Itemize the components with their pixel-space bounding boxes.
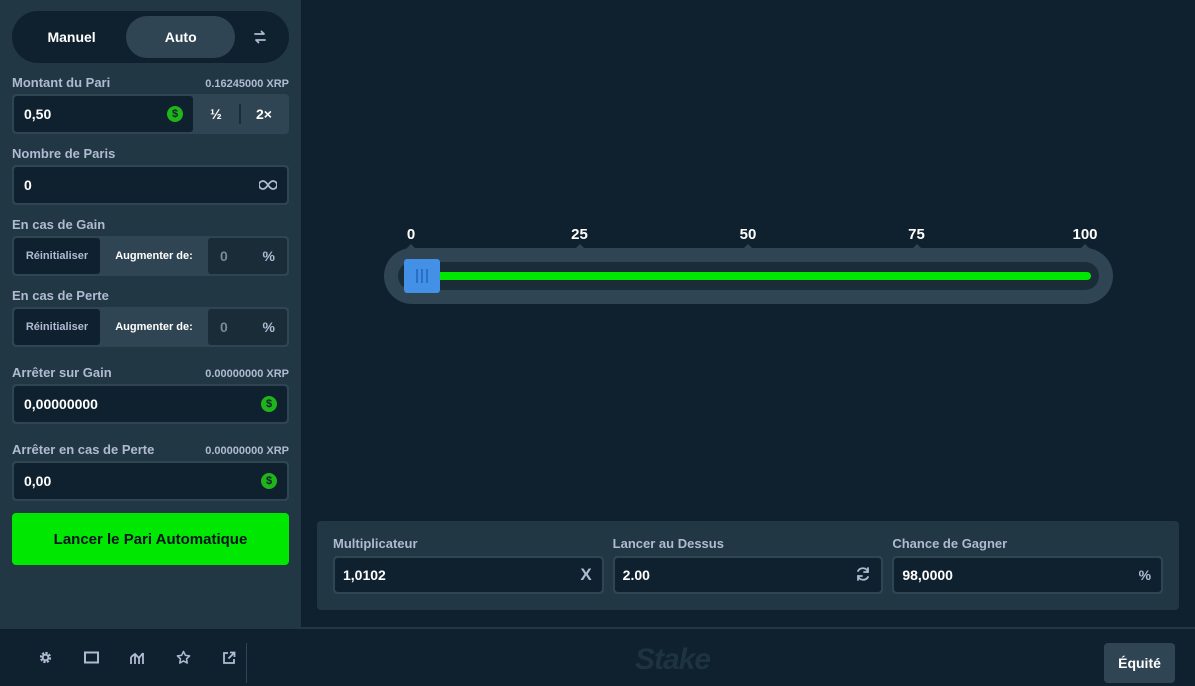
win-chance-value: 98,0000 [902,567,953,583]
bet-sidebar: Manuel Auto Montant du Pari 0.16245000 X… [0,0,301,627]
on-loss-reset-button[interactable]: Réinitialiser [14,309,100,345]
bet-amount-input[interactable]: 0,50 $ [14,96,193,132]
percent-icon: % [262,248,275,264]
slider-tick-label: 75 [908,226,925,243]
half-button[interactable]: ½ [193,106,239,122]
slider-tick-labels: 0 25 50 75 100 [301,226,1195,246]
stop-loss-group: 0,00 $ [12,461,289,501]
multiplier-x-icon: X [580,565,592,584]
num-bets-group: 0 [12,165,289,205]
num-bets-value: 0 [24,177,32,193]
percent-icon: % [262,319,275,335]
bet-amount-label: Montant du Pari [12,75,111,90]
bet-amount-label-row: Montant du Pari 0.16245000 XRP [12,74,289,90]
auto-tab[interactable]: Auto [126,16,236,58]
on-loss-label-row: En cas de Perte [12,287,289,303]
win-range [419,272,1091,280]
coin-icon: $ [261,473,277,489]
win-chance-label: Chance de Gagner [892,536,1008,551]
divider [246,643,247,683]
manual-tab[interactable]: Manuel [17,16,126,58]
on-win-increase-button[interactable]: Augmenter de: [100,238,208,274]
stop-loss-side: 0.00000000 XRP [205,445,289,457]
on-win-group: Réinitialiser Augmenter de: 0 % [12,236,289,276]
stop-profit-label-row: Arrêter sur Gain 0.00000000 XRP [12,364,289,380]
star-icon[interactable] [160,638,206,678]
double-button[interactable]: 2× [241,106,287,122]
win-chance-field: Chance de Gagner 98,0000 % [892,536,1164,610]
on-loss-increase-button[interactable]: Augmenter de: [100,309,208,345]
slider-tick-label: 50 [739,226,757,243]
dice-slider [384,248,1113,304]
roll-over-label: Lancer au Dessus [612,536,724,551]
multiplier-value: 1,0102 [343,567,386,583]
game-area: 0 25 50 75 100 Multiplicateur 1,0102 X Lance… [301,0,1195,627]
coin-icon: $ [261,396,277,412]
infinity-icon[interactable] [258,177,278,193]
stop-loss-label-row: Arrêter en cas de Perte 0.00000000 XRP [12,441,289,457]
bet-amount-group: 0,50 $ ½ 2× [12,94,289,134]
stats-icon[interactable] [114,638,160,678]
on-win-label-row: En cas de Gain [12,216,289,232]
num-bets-label-row: Nombre de Paris [12,145,289,161]
win-chance-input[interactable]: 98,0000 % [894,558,1162,592]
stop-profit-input[interactable]: 0,00000000 $ [14,386,287,422]
slider-tick-label: 0 [406,226,416,243]
refresh-icon[interactable] [855,566,871,585]
roll-over-input[interactable]: 2.00 [614,558,882,592]
on-win-increase-input[interactable]: 0 % [208,238,287,274]
launch-autobet-button[interactable]: Lancer le Pari Automatique [12,513,289,565]
stop-loss-value: 0,00 [24,473,52,489]
percent-icon: % [1138,567,1152,583]
stop-profit-value: 0,00000000 [24,396,98,412]
roll-over-field: Lancer au Dessus 2.00 [612,536,884,610]
coin-icon: $ [167,106,183,122]
on-win-reset-button[interactable]: Réinitialiser [14,238,100,274]
num-bets-label: Nombre de Paris [12,146,116,161]
bet-amount-balance: 0.16245000 XRP [205,78,289,90]
theatre-icon[interactable] [68,638,114,678]
slider-track[interactable] [398,259,1099,293]
stop-profit-label: Arrêter sur Gain [12,365,112,380]
mode-toggle: Manuel Auto [12,11,289,63]
multiplier-field: Multiplicateur 1,0102 X [333,536,604,610]
settings-icon[interactable] [22,638,68,678]
swap-icon[interactable] [235,16,284,58]
stop-loss-input[interactable]: 0,00 $ [14,463,287,499]
multiplier-label: Multiplicateur [333,536,418,551]
stake-logo: Stake [635,643,711,676]
multiplier-input[interactable]: 1,0102 X [335,558,602,592]
bet-amount-value: 0,50 [24,106,52,122]
on-win-value: 0 [220,248,228,264]
on-loss-value: 0 [220,319,228,335]
fairness-button[interactable]: Équité [1104,643,1175,683]
slider-tick-label: 25 [571,226,588,243]
on-loss-increase-input[interactable]: 0 % [208,309,287,345]
stop-profit-group: 0,00000000 $ [12,384,289,424]
slider-handle[interactable] [403,259,440,293]
on-win-label: En cas de Gain [12,217,106,232]
game-footer: Stake Équité [0,627,1195,686]
dice-info-bar: Multiplicateur 1,0102 X Lancer au Dessus… [317,521,1179,610]
on-loss-group: Réinitialiser Augmenter de: 0 % [12,307,289,347]
roll-over-value: 2.00 [622,567,650,583]
stop-loss-label: Arrêter en cas de Perte [12,442,155,457]
slider-tick-label: 100 [1072,226,1098,243]
stop-profit-side: 0.00000000 XRP [205,368,289,380]
num-bets-input[interactable]: 0 [14,167,287,203]
on-loss-label: En cas de Perte [12,288,109,303]
